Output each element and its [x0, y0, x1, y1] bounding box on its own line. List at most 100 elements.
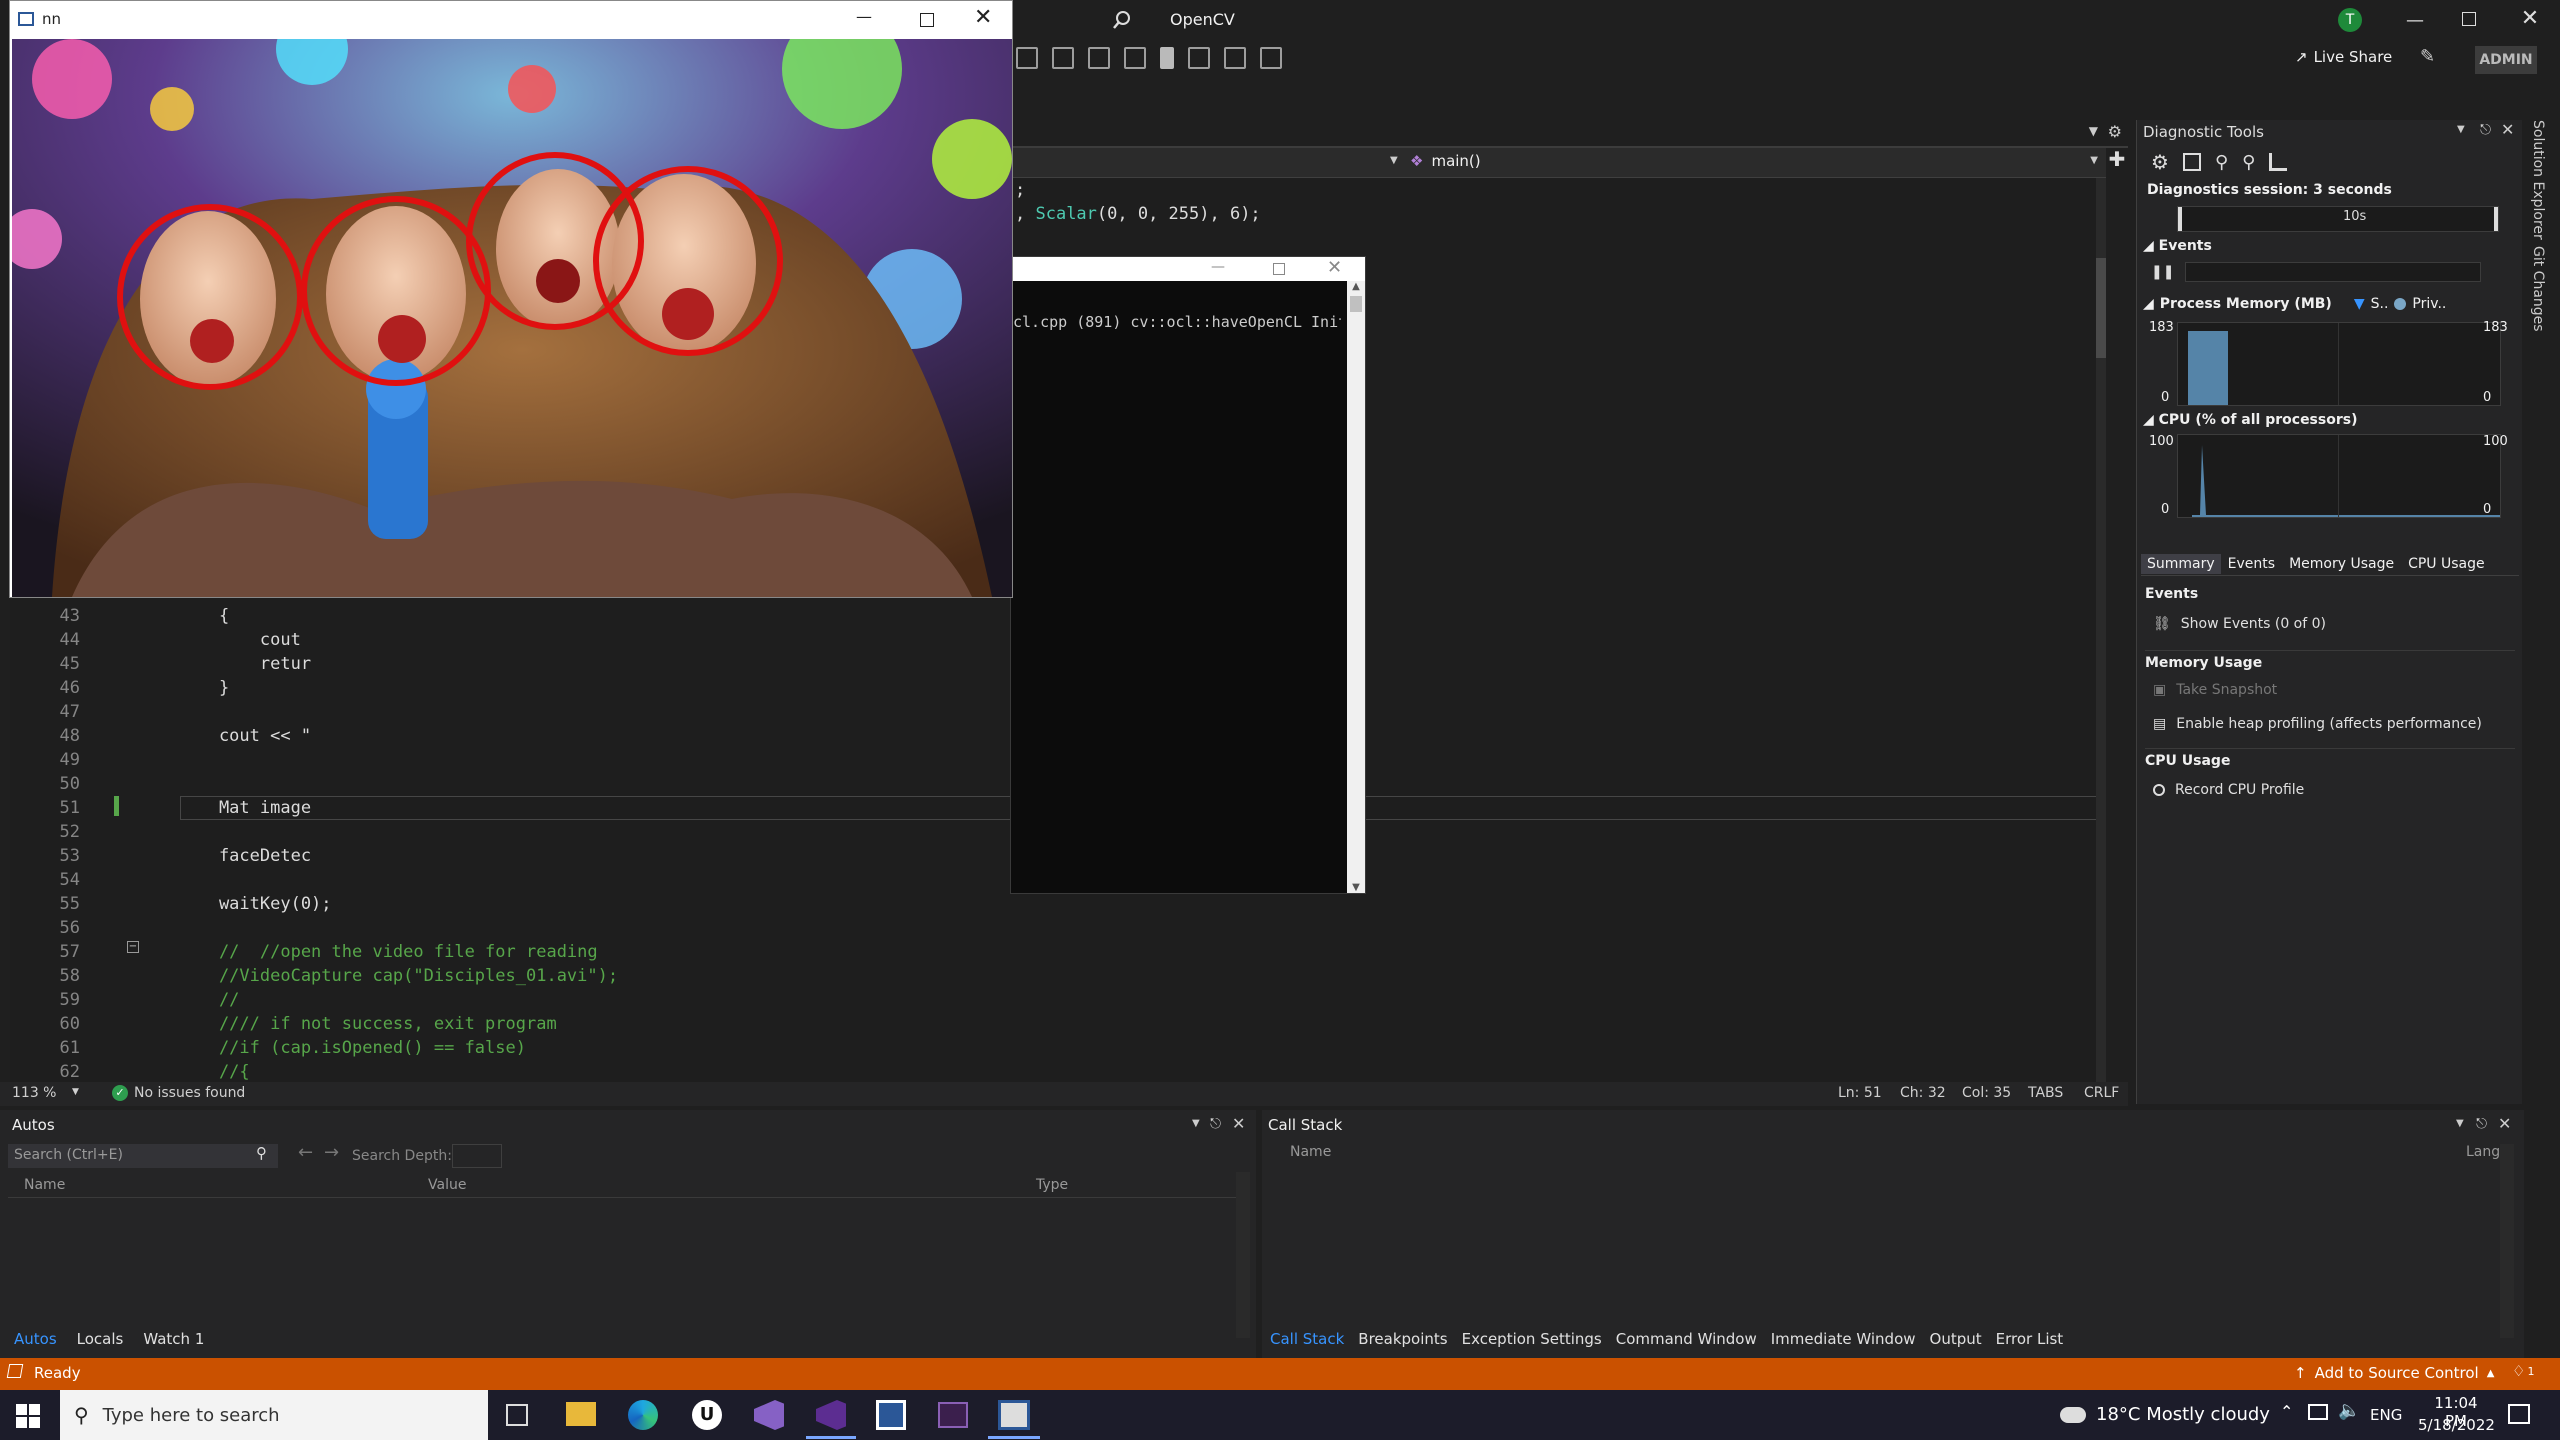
code-line[interactable]: //if (cap.isOpened() == false)	[178, 1036, 1078, 1060]
code-line[interactable]	[178, 868, 1078, 892]
task-view-icon[interactable]	[506, 1404, 528, 1426]
function-dropdown[interactable]: ❖ main()	[1410, 152, 1481, 170]
restore-button[interactable]	[2462, 12, 2476, 26]
admin-badge[interactable]: ADMIN	[2475, 46, 2537, 74]
git-changes-tab[interactable]: Git Changes	[2530, 246, 2546, 332]
tab-output[interactable]: Output	[1930, 1330, 1982, 1348]
autos-scrollbar[interactable]	[1236, 1172, 1250, 1338]
taskbar-search-box[interactable]: ⚲ Type here to search	[60, 1390, 488, 1440]
code-line[interactable]: // //open the video file for reading	[178, 940, 1078, 964]
callstack-close-icon[interactable]: ✕	[2498, 1114, 2511, 1133]
issues-status[interactable]: No issues found	[134, 1085, 245, 1101]
heap-profiling-toggle[interactable]: ▤ Enable heap profiling (affects perform…	[2153, 716, 2482, 732]
solution-explorer-tab[interactable]: Solution Explorer	[2530, 120, 2546, 240]
autos-col-name[interactable]: Name	[24, 1177, 65, 1193]
code-line[interactable]: //{	[178, 1060, 1078, 1084]
zoom-out-icon[interactable]: ⚲	[2242, 152, 2255, 173]
callstack-scrollbar[interactable]	[2500, 1144, 2514, 1338]
weather-widget[interactable]: 18°C Mostly cloudy	[2060, 1404, 2270, 1425]
cpu-header[interactable]: ◢ CPU (% of all processors)	[2143, 412, 2357, 428]
next-bookmark-icon[interactable]	[1224, 47, 1246, 69]
code-line[interactable]: cout << "	[178, 724, 1078, 748]
timeline-ruler[interactable]: 10s	[2177, 206, 2499, 232]
tab-locals[interactable]: Locals	[77, 1330, 124, 1348]
windows-start-icon[interactable]	[16, 1404, 40, 1428]
tab-exception-settings[interactable]: Exception Settings	[1462, 1330, 1602, 1348]
language-indicator[interactable]: ENG	[2370, 1406, 2402, 1424]
code-line[interactable]: //// if not success, exit program	[178, 1012, 1078, 1036]
collapse-icon[interactable]: −	[127, 941, 139, 953]
visual-studio-icon[interactable]	[754, 1400, 784, 1430]
tab-memory-usage[interactable]: Memory Usage	[2282, 554, 2401, 574]
add-to-source-control-button[interactable]: ↑ Add to Source Control ▲	[2294, 1364, 2494, 1382]
code-line[interactable]	[178, 772, 1078, 796]
console-close-button[interactable]: ✕	[1327, 257, 1342, 278]
col-status[interactable]: Col: 35	[1962, 1085, 2011, 1101]
code-line[interactable]: retur	[178, 652, 1078, 676]
code-line[interactable]	[178, 748, 1078, 772]
select-tools-icon[interactable]	[2182, 153, 2201, 171]
tray-chevron-icon[interactable]: ⌃	[2280, 1402, 2293, 1421]
callstack-dropdown-icon[interactable]: ▼	[2456, 1118, 2464, 1129]
live-share-button[interactable]: ↗ Live Share	[2295, 48, 2392, 66]
split-editor-button[interactable]: ✚	[2106, 148, 2128, 170]
zoom-dropdown-icon[interactable]: ▼	[72, 1087, 79, 1097]
notification-center-icon[interactable]	[2508, 1404, 2530, 1424]
code-line[interactable]: faceDetec	[178, 844, 1078, 868]
scope-dropdown-icon[interactable]: ▼	[1390, 155, 1398, 166]
tab-command-window[interactable]: Command Window	[1616, 1330, 1757, 1348]
vertical-scrollbar[interactable]	[2096, 178, 2106, 1082]
back-arrow-icon[interactable]: ←	[298, 1142, 313, 1163]
debug-console-icon[interactable]	[938, 1402, 968, 1428]
opencv-image-window[interactable]: nn — ✕	[9, 0, 1013, 598]
clock-date[interactable]: 5/18/2022	[2418, 1416, 2495, 1434]
take-snapshot-button[interactable]: ▣ Take Snapshot	[2153, 682, 2277, 698]
console-scroll-down-icon[interactable]: ▼	[1347, 882, 1365, 893]
record-cpu-button[interactable]: Record CPU Profile	[2153, 782, 2304, 798]
image-maximize-button[interactable]	[920, 13, 934, 27]
visual-studio-active-icon[interactable]	[816, 1400, 846, 1430]
console-scrollbar[interactable]: ▲ ▼	[1347, 281, 1365, 893]
memory-header[interactable]: ◢ Process Memory (MB) ▼ S.. Priv..	[2143, 296, 2446, 312]
file-explorer-icon[interactable]	[566, 1402, 596, 1426]
code-line[interactable]: //VideoCapture cap("Disciples_01.avi");	[178, 964, 1078, 988]
autos-search-icon[interactable]: ⚲	[256, 1144, 267, 1162]
tab-events[interactable]: Events	[2221, 554, 2282, 574]
code-line[interactable]: waitKey(0);	[178, 892, 1078, 916]
callstack-col-name[interactable]: Name	[1290, 1144, 1331, 1160]
autos-dropdown-icon[interactable]: ▼	[1192, 1118, 1200, 1129]
comment-icon[interactable]	[1016, 47, 1038, 69]
account-avatar[interactable]: T	[2338, 8, 2362, 32]
console-scroll-up-icon[interactable]: ▲	[1347, 281, 1365, 292]
tab-immediate-window[interactable]: Immediate Window	[1771, 1330, 1916, 1348]
code-line[interactable]	[178, 916, 1078, 940]
outdent-icon[interactable]	[1088, 47, 1110, 69]
settings-gear-icon[interactable]: ⚙	[2108, 122, 2122, 141]
autos-col-value[interactable]: Value	[428, 1177, 466, 1193]
close-button[interactable]: ✕	[2518, 6, 2542, 31]
tab-summary[interactable]: Summary	[2141, 553, 2221, 574]
tab-cpu-usage[interactable]: CPU Usage	[2401, 554, 2492, 574]
console-scroll-thumb[interactable]	[1350, 296, 1362, 312]
volume-icon[interactable]: 🔈	[2338, 1400, 2360, 1421]
app-icon-blue[interactable]	[876, 1400, 906, 1430]
unreal-engine-icon[interactable]: U	[692, 1400, 722, 1430]
tabs-status[interactable]: TABS	[2028, 1085, 2063, 1101]
tab-list-dropdown-icon[interactable]: ▼	[2089, 124, 2098, 138]
code-line[interactable]: }	[178, 676, 1078, 700]
events-header[interactable]: ◢ Events	[2143, 238, 2212, 254]
feedback-icon[interactable]: ✎	[2420, 46, 2435, 67]
autos-pin-icon[interactable]: ⎋	[1210, 1116, 1221, 1132]
zoom-level[interactable]: 113 %	[12, 1085, 56, 1101]
zoom-in-icon[interactable]: ⚲	[2215, 152, 2228, 173]
scrollbar-thumb[interactable]	[2096, 258, 2106, 358]
autos-close-icon[interactable]: ✕	[1232, 1114, 1245, 1133]
image-close-button[interactable]: ✕	[974, 5, 992, 30]
code-line[interactable]	[178, 700, 1078, 724]
diag-dropdown-icon[interactable]: ▼	[2457, 124, 2465, 135]
edge-icon[interactable]	[628, 1400, 658, 1430]
autos-search-input[interactable]: Search (Ctrl+E)	[8, 1144, 278, 1168]
pause-icon[interactable]: ❚❚	[2151, 264, 2174, 280]
search-icon[interactable]	[1112, 10, 1132, 30]
network-icon[interactable]	[2308, 1404, 2328, 1420]
